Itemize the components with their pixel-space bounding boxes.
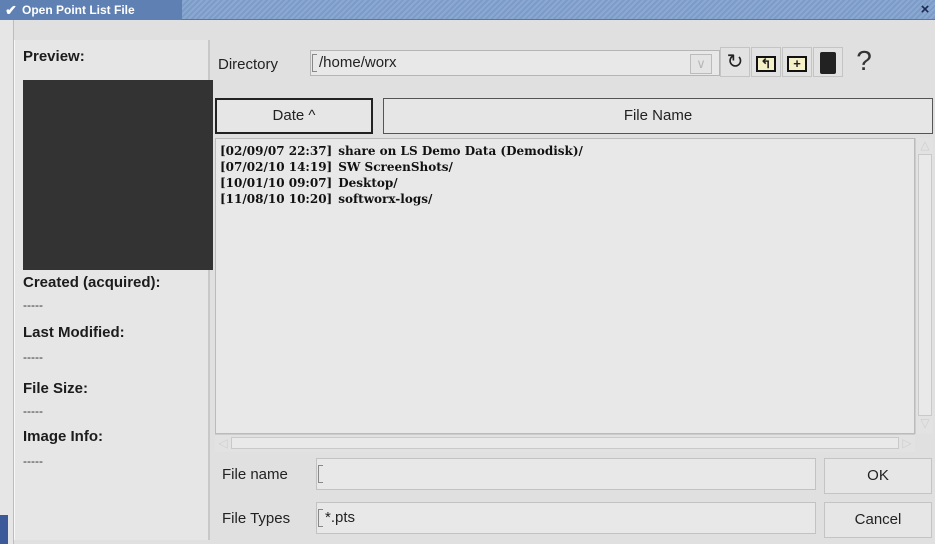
file-row[interactable]: [10/01/10 09:07] Desktop/	[220, 175, 398, 191]
cancel-button[interactable]: Cancel	[824, 502, 932, 538]
help-icon[interactable]: ?	[844, 47, 884, 77]
text-cursor-icon	[312, 54, 317, 72]
close-icon[interactable]: ×	[917, 2, 933, 18]
scroll-right-arrow-icon[interactable]: ▷	[899, 436, 915, 450]
trash-icon[interactable]	[813, 47, 843, 77]
text-cursor-icon	[318, 465, 323, 483]
text-cursor-icon	[318, 509, 323, 527]
created-label: Created (acquired):	[23, 274, 161, 291]
horizontal-scrollbar[interactable]: ◁ ▷	[215, 434, 915, 452]
scroll-left-arrow-icon[interactable]: ◁	[215, 436, 231, 450]
last-modified-value: -----	[23, 350, 43, 364]
refresh-icon[interactable]: ↻	[720, 47, 750, 77]
file-row[interactable]: [02/09/07 22:37] share on LS Demo Data (D…	[220, 143, 583, 159]
file-name-label: File name	[222, 466, 288, 483]
file-name-input[interactable]	[316, 458, 816, 490]
created-value: -----	[23, 298, 43, 312]
left-edge	[0, 20, 14, 544]
title-bar[interactable]: ✔ Open Point List File ×	[0, 0, 935, 20]
vertical-scrollbar[interactable]: △ ▽	[915, 138, 933, 434]
new-folder-icon[interactable]: +	[782, 47, 812, 77]
file-date: [02/09/07 22:37]	[220, 144, 333, 158]
file-date: [11/08/10 10:20]	[220, 192, 333, 206]
file-size-label: File Size:	[23, 380, 89, 397]
window-menu-chevron-icon[interactable]: ✔	[3, 2, 19, 18]
directory-value: /home/worx	[319, 54, 397, 71]
image-info-value: -----	[23, 454, 43, 468]
image-info-label: Image Info:	[23, 428, 104, 445]
ok-button[interactable]: OK	[824, 458, 932, 494]
file-date: [07/02/10 14:19]	[220, 160, 333, 174]
file-types-input[interactable]: *.pts	[316, 502, 816, 534]
file-name: SW ScreenShots/	[338, 160, 453, 174]
directory-label: Directory	[218, 56, 279, 73]
file-row[interactable]: [11/08/10 10:20] softworx-logs/	[220, 191, 432, 207]
file-date: [10/01/10 09:07]	[220, 176, 333, 190]
date-column-header[interactable]: Date ^	[215, 98, 373, 134]
title-tab: ✔ Open Point List File	[0, 0, 182, 20]
horizontal-scroll-thumb[interactable]	[231, 437, 899, 449]
last-modified-label: Last Modified:	[23, 324, 125, 341]
directory-dropdown-chevron-icon[interactable]: ∨	[690, 54, 712, 74]
file-name: Desktop/	[338, 176, 398, 190]
left-edge-accent	[0, 515, 8, 544]
file-list[interactable]: [02/09/07 22:37] share on LS Demo Data (D…	[215, 138, 915, 434]
scroll-down-arrow-icon[interactable]: ▽	[917, 416, 933, 430]
file-types-value: *.pts	[325, 509, 356, 526]
preview-label: Preview:	[23, 48, 85, 65]
preview-image	[23, 80, 213, 270]
file-row[interactable]: [07/02/10 14:19] SW ScreenShots/	[220, 159, 453, 175]
file-size-value: -----	[23, 404, 43, 418]
file-name: share on LS Demo Data (Demodisk)/	[338, 144, 583, 158]
file-name-column-header[interactable]: File Name	[383, 98, 933, 134]
directory-field[interactable]: /home/worx	[310, 50, 720, 76]
scroll-up-arrow-icon[interactable]: △	[917, 138, 933, 152]
window-title: Open Point List File	[22, 3, 135, 17]
vertical-scroll-thumb[interactable]	[918, 154, 932, 416]
parent-directory-icon[interactable]: ↰	[751, 47, 781, 77]
file-name: softworx-logs/	[338, 192, 433, 206]
preview-panel: Preview: Created (acquired): ----- Last …	[14, 40, 213, 540]
open-point-list-dialog: ✔ Open Point List File × Preview: Create…	[0, 0, 935, 544]
file-types-label: File Types	[222, 510, 291, 527]
